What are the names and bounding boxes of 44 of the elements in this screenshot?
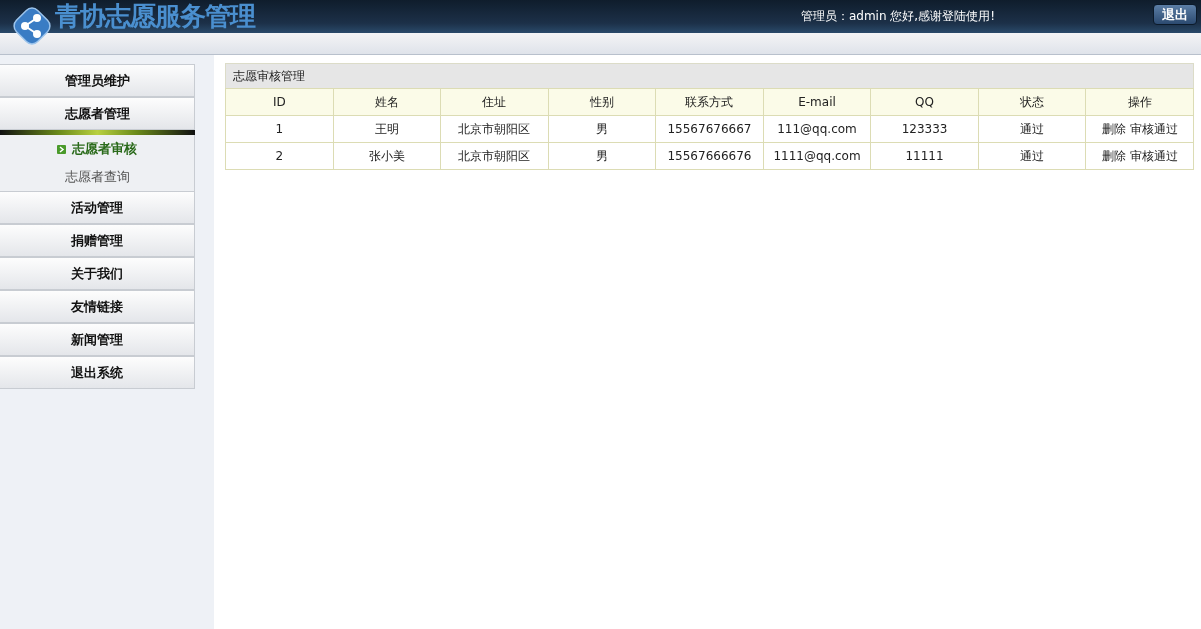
column-header: E-mail xyxy=(763,88,871,116)
sidebar-item[interactable]: 志愿者管理 xyxy=(0,97,195,130)
table-cell: 1 xyxy=(225,115,334,143)
column-header: 状态 xyxy=(978,88,1086,116)
table-cell: 北京市朝阳区 xyxy=(440,115,549,143)
submenu-item[interactable]: 志愿者审核 xyxy=(0,135,194,163)
table-cell: 2 xyxy=(225,142,334,170)
table-cell: 张小美 xyxy=(333,142,441,170)
sidebar-item[interactable]: 友情链接 xyxy=(0,290,195,323)
table-cell: 111@qq.com xyxy=(763,115,871,143)
sidebar-item[interactable]: 退出系统 xyxy=(0,356,195,389)
greeting-text: 管理员：admin 您好,感谢登陆使用! xyxy=(800,8,995,25)
table-cell: 通过 xyxy=(978,115,1086,143)
sidebar-item[interactable]: 捐赠管理 xyxy=(0,224,195,257)
table-cell: 男 xyxy=(548,142,656,170)
table-cell: 123333 xyxy=(870,115,979,143)
submenu-item[interactable]: 志愿者查询 xyxy=(0,163,194,191)
action-link[interactable]: 删除 xyxy=(1101,148,1126,163)
sidebar-item[interactable]: 新闻管理 xyxy=(0,323,195,356)
panel-title: 志愿审核管理 xyxy=(225,63,1194,88)
app-title: 青协志愿服务管理 xyxy=(55,0,255,33)
table-cell: 北京市朝阳区 xyxy=(440,142,549,170)
arrow-icon xyxy=(57,144,66,154)
table-cell: 1111@qq.com xyxy=(763,142,871,170)
column-header: 性别 xyxy=(548,88,656,116)
logout-button[interactable]: 退出 xyxy=(1153,4,1197,25)
column-header: 住址 xyxy=(440,88,549,116)
column-header: 联系方式 xyxy=(655,88,764,116)
sidebar-item[interactable]: 管理员维护 xyxy=(0,64,195,97)
column-header: QQ xyxy=(870,88,979,116)
action-link[interactable]: 删除 xyxy=(1101,121,1126,136)
column-header: 姓名 xyxy=(333,88,441,116)
table-cell: 15567676667 xyxy=(655,115,764,143)
table-cell: 男 xyxy=(548,115,656,143)
table-cell: 通过 xyxy=(978,142,1086,170)
table-cell: 王明 xyxy=(333,115,441,143)
column-header: ID xyxy=(225,88,334,116)
action-link[interactable]: 审核通过 xyxy=(1129,148,1178,163)
column-header: 操作 xyxy=(1085,88,1194,116)
table-cell: 11111 xyxy=(870,142,979,170)
table-cell: 15567666676 xyxy=(655,142,764,170)
sidebar-item[interactable]: 活动管理 xyxy=(0,191,195,224)
sidebar-item[interactable]: 关于我们 xyxy=(0,257,195,290)
action-link[interactable]: 审核通过 xyxy=(1129,121,1178,136)
